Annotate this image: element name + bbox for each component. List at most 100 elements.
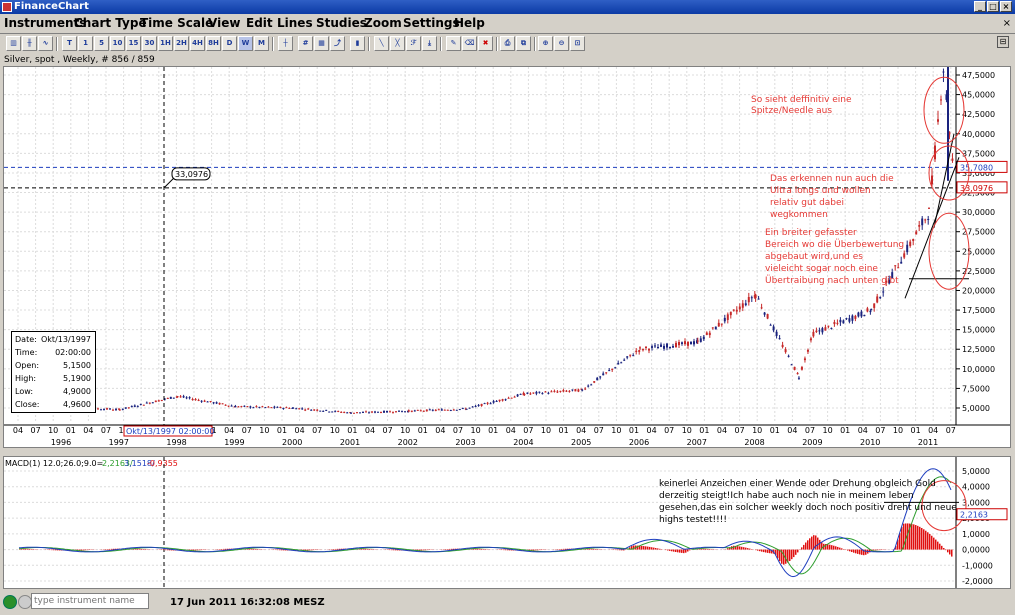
tf-tick-button[interactable]: T [62,36,77,51]
zoom-in-icon[interactable]: ⊕ [538,36,553,51]
menu-close-icon[interactable]: × [1003,18,1011,29]
month-tick: 04 [83,426,93,435]
macd-axis-tick: -2,0000 [962,577,993,586]
macd-histogram-bar [393,549,395,551]
price-chart[interactable]: 04 07 10 01 04 07 10 01 04 07 10 01 04 07 10 01 04 07 10 01… [4,59,1010,447]
menu-time-scale[interactable]: Time Scale [140,16,213,30]
candle-body [741,303,744,308]
tf-1min-button[interactable]: 1 [78,36,93,51]
candle-body [142,404,145,406]
macd-histogram-bar [789,549,791,562]
pen-icon[interactable]: ✎ [446,36,461,51]
macd-histogram-bar [309,549,311,551]
tf-monthly-button[interactable]: M [254,36,269,51]
arrow-icon[interactable]: ⤓ [422,36,437,51]
tf-weekly-button[interactable]: W [238,36,253,51]
volume-icon[interactable]: ▮ [350,36,365,51]
macd-histogram-bar [369,549,371,550]
tf-daily-button[interactable]: D [222,36,237,51]
month-tick: 07 [735,426,745,435]
candle-body [160,399,163,401]
zoom-reset-icon[interactable]: ⊡ [570,36,585,51]
annotation-ultra-longs: wegkommen [770,210,828,220]
year-tick: 2002 [398,438,418,447]
candle-body [806,349,809,352]
tf-30min-button[interactable]: 30 [142,36,157,51]
candle-body [172,397,175,399]
candle-body [654,345,656,347]
menu-view[interactable]: View [208,16,240,30]
maximize-button[interactable]: □ [987,1,999,12]
tf-5min-button[interactable]: 5 [94,36,109,51]
candle-body [590,384,593,386]
macd-histogram-bar [617,549,619,551]
candle-body [474,405,477,407]
tf-10min-button[interactable]: 10 [110,36,125,51]
candle-body [669,346,671,348]
candle-body [301,408,304,410]
instrument-name-input[interactable] [31,593,149,609]
menu-zoom[interactable]: Zoom [364,16,402,30]
trendline-icon[interactable]: ╲ [374,36,389,51]
menu-settings[interactable]: Settings [403,16,460,30]
candle-body [876,296,879,303]
delete-icon[interactable]: ✖ [478,36,493,51]
macd-histogram-bar [943,547,945,550]
copy-icon[interactable]: ⧉ [516,36,531,51]
macd-histogram-bar [861,549,863,555]
crosshair-icon[interactable]: ┼ [278,36,293,51]
candle-body [897,267,900,269]
candle-body [353,412,355,414]
close-button[interactable]: × [1000,1,1012,12]
fibonacci-icon[interactable]: ℱ [406,36,421,51]
candle-body [629,354,632,356]
candle-body [337,410,340,412]
menu-lines[interactable]: Lines [277,16,313,30]
bar-chart-icon[interactable]: ╫ [22,36,37,51]
eraser-icon[interactable]: ⌫ [462,36,477,51]
print-icon[interactable]: ⎙ [500,36,515,51]
tf-4h-button[interactable]: 4H [190,36,205,51]
candle-body [212,402,215,404]
macd-chart[interactable]: MACD(1) 12.0;26.0;9.0=2,2163/3,1518/-0,9… [4,457,1010,588]
candle-body [118,409,121,411]
menu-help[interactable]: Help [454,16,485,30]
data-info-box: Date: Okt/13/1997 Time: 02:00:00 Open: 5… [11,331,96,413]
tf-2h-button[interactable]: 2H [174,36,189,51]
candle-body [209,401,212,403]
macd-histogram-bar [251,548,253,550]
candle-body [127,407,130,409]
macd-histogram-bar [623,549,625,551]
candle-body [221,403,224,405]
candle-body [166,397,169,399]
menu-studies[interactable]: Studies [316,16,367,30]
tf-8h-button[interactable]: 8H [206,36,221,51]
indicator-icon[interactable]: ⤴ [330,36,345,51]
main-chart-panel[interactable]: 04 07 10 01 04 07 10 01 04 07 10 01 04 07 10 01 04 07 10 01… [3,59,1011,448]
grid-icon[interactable]: # [298,36,313,51]
candle-body [778,338,781,340]
channel-icon[interactable]: ╳ [390,36,405,51]
candle-chart-icon[interactable]: ▥ [6,36,21,51]
candle-body [848,318,851,322]
zoom-out-icon[interactable]: ⊖ [554,36,569,51]
record-icon[interactable] [18,595,32,609]
macd-histogram-bar [759,549,761,552]
menu-edit[interactable]: Edit [246,16,273,30]
line-chart-icon[interactable]: ∿ [38,36,53,51]
menu-chart-type[interactable]: Chart Type [74,16,147,30]
candle-body [744,303,747,306]
candle-body [106,408,108,410]
candle-body [645,346,647,348]
pin-icon[interactable]: ⊟ [997,36,1009,48]
candle-body [769,324,772,326]
chart-settings-icon[interactable]: ▦ [314,36,329,51]
minimize-button[interactable]: _ [974,1,986,12]
macd-histogram-bar [223,548,225,550]
macd-panel[interactable]: MACD(1) 12.0;26.0;9.0= 2,2163/3,1518/-0,9… [3,456,1011,589]
candle-body [362,412,364,414]
macd-histogram-bar [797,549,799,553]
candle-body [313,409,316,411]
tf-1h-button[interactable]: 1H [158,36,173,51]
tf-15min-button[interactable]: 15 [126,36,141,51]
